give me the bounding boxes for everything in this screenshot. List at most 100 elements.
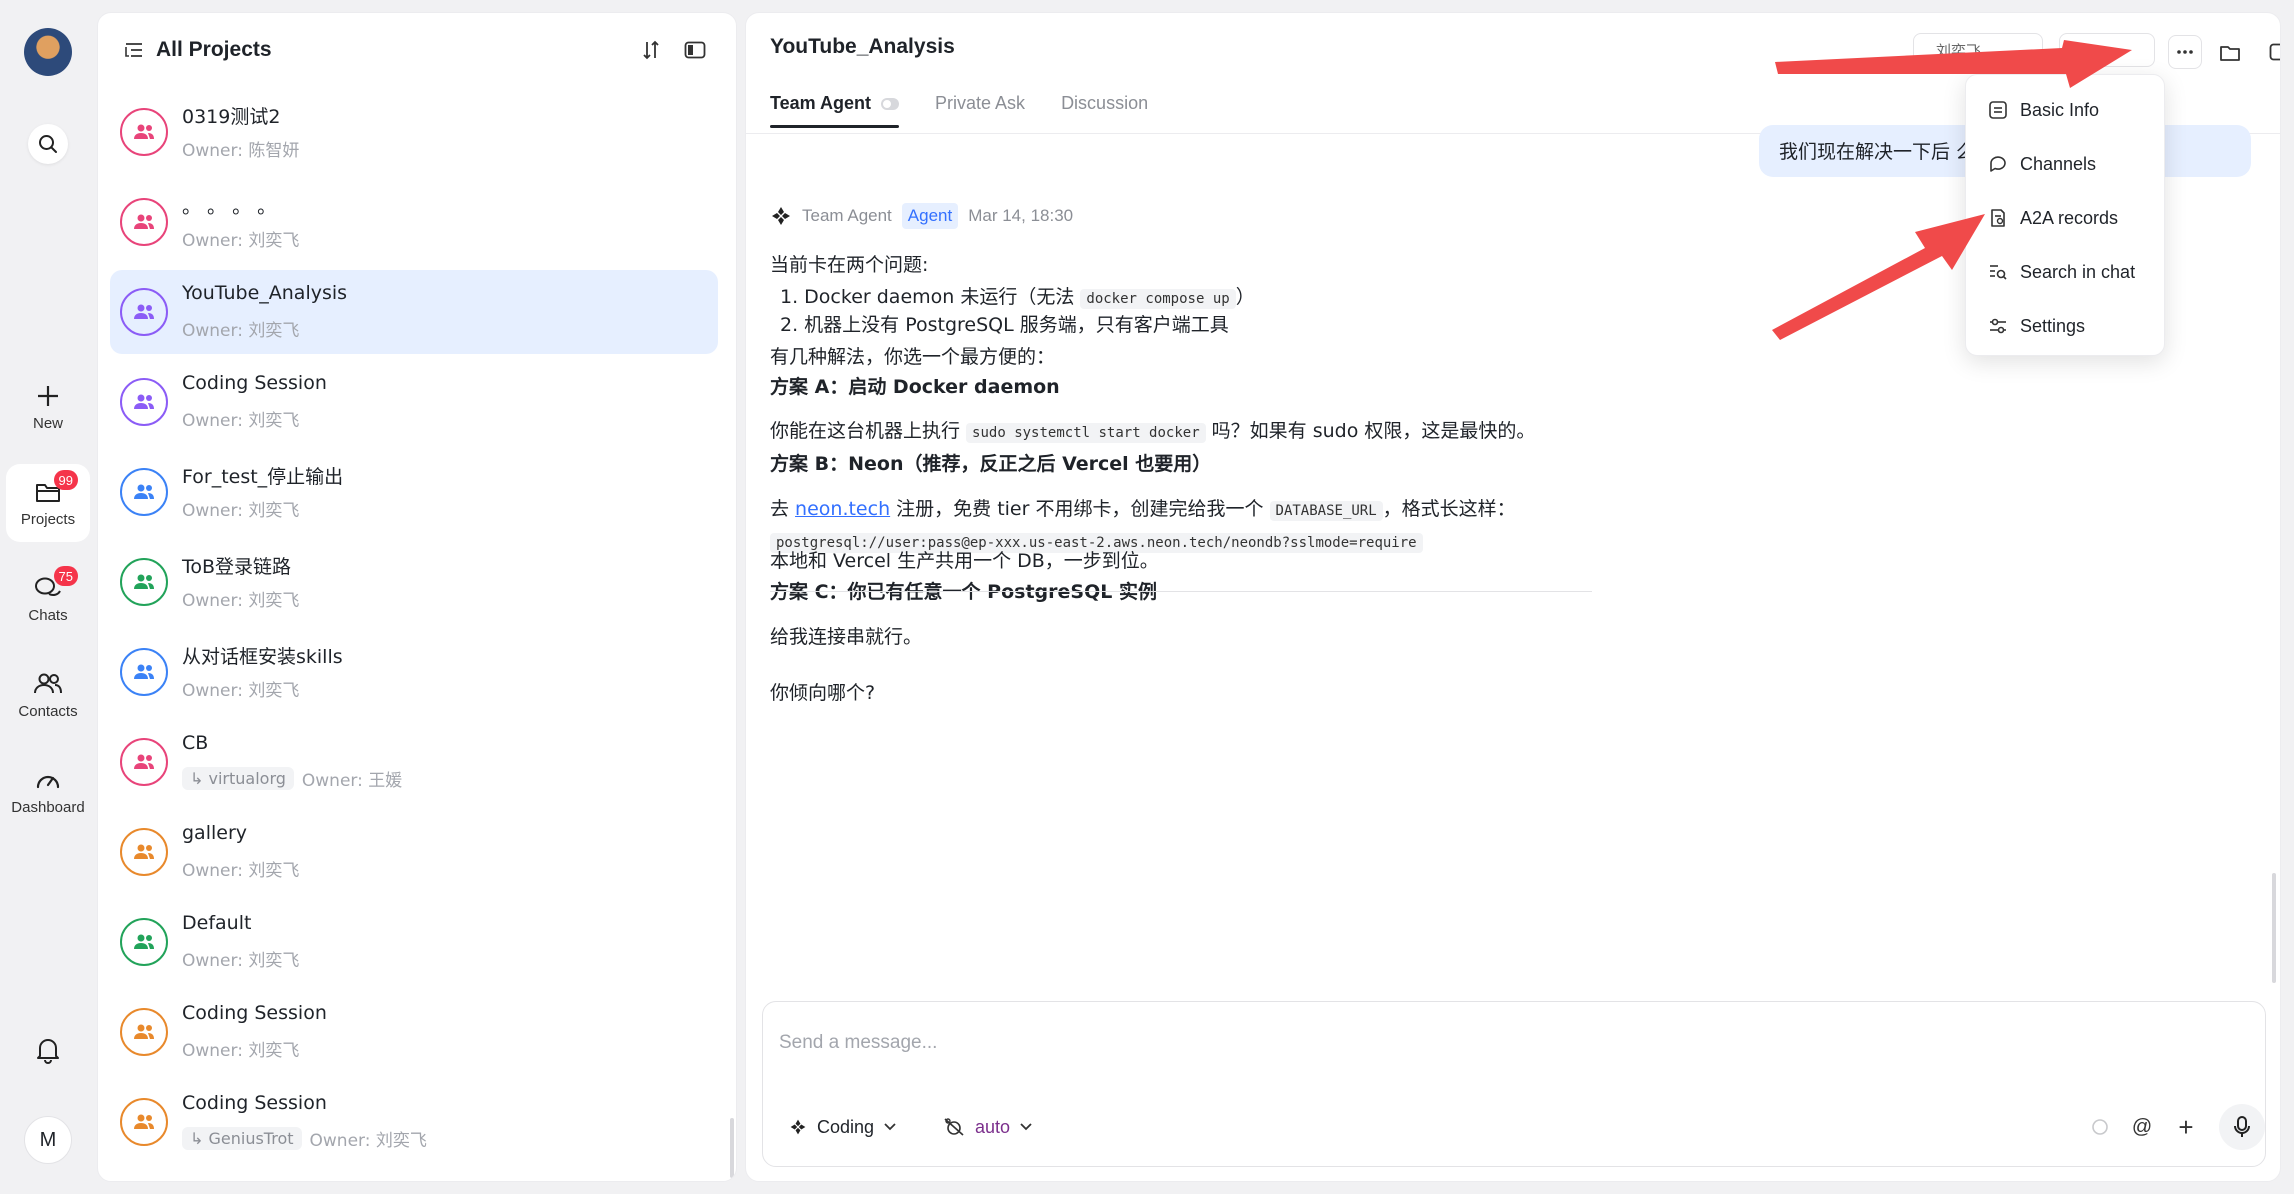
- info-card-icon: [1988, 100, 2008, 120]
- project-group-icon: [120, 648, 168, 696]
- chevron-down-icon: [884, 1123, 896, 1131]
- msg-line: 当前卡在两个问题:: [770, 254, 929, 276]
- collapse-panel-button[interactable]: [680, 35, 710, 65]
- team-agent-toggle[interactable]: [881, 97, 900, 110]
- list-tree-icon: [124, 41, 144, 59]
- project-owner: Owner: 刘奕飞: [182, 411, 300, 431]
- tab-discussion[interactable]: Discussion: [1061, 93, 1148, 128]
- chat-scrollbar[interactable]: [2272, 873, 2276, 983]
- chats-label: Chats: [28, 606, 68, 624]
- plan-a-heading: 方案 A：启动 Docker daemon: [770, 376, 1060, 398]
- notifications-button[interactable]: [28, 1030, 68, 1070]
- account-button[interactable]: M: [24, 1116, 72, 1164]
- agent-badge: Agent: [901, 203, 959, 229]
- attach-button[interactable]: +: [2169, 1110, 2203, 1144]
- message-input[interactable]: Send a message...: [779, 1032, 937, 1054]
- model-selector[interactable]: auto: [943, 1110, 1032, 1144]
- project-item[interactable]: gallery Owner: 刘奕飞: [110, 810, 718, 894]
- project-list-panel: All Projects 0319测试2 Owner: 陈智妍。 。 。 。 Own…: [97, 12, 737, 1182]
- new-button[interactable]: New: [6, 368, 90, 446]
- project-list-scrollbar[interactable]: [730, 1118, 734, 1178]
- project-item[interactable]: ToB登录链路 Owner: 刘奕飞: [110, 540, 718, 624]
- voice-button[interactable]: [2219, 1104, 2265, 1150]
- agent-logo-icon: [770, 205, 792, 227]
- gauge-icon: [34, 767, 62, 793]
- project-group-icon: [120, 828, 168, 876]
- project-group-icon: [120, 918, 168, 966]
- project-meta: Owner: 刘奕飞: [182, 226, 299, 251]
- project-meta: Owner: 刘奕飞: [182, 406, 299, 431]
- sort-icon: [642, 40, 660, 60]
- mode-selector[interactable]: Coding: [789, 1110, 896, 1144]
- project-item[interactable]: Default Owner: 刘奕飞: [110, 900, 718, 984]
- nav-contacts[interactable]: Contacts: [6, 656, 90, 734]
- menu-label: Settings: [2020, 315, 2086, 336]
- project-name: Coding Session: [182, 1002, 327, 1024]
- tab-private-ask[interactable]: Private Ask: [935, 93, 1025, 128]
- project-name: gallery: [182, 822, 248, 844]
- project-name: CB: [182, 732, 209, 754]
- tab-team-agent[interactable]: Team Agent: [770, 93, 900, 128]
- msg-line: 你能在这台机器上执行 sudo systemctl start docker 吗…: [770, 417, 1535, 447]
- project-item[interactable]: Coding Session Owner: 刘奕飞: [110, 990, 718, 1074]
- project-item[interactable]: Coding Session ↳ GeniusTrot Owner: 刘奕飞: [110, 1080, 718, 1164]
- chats-badge: 75: [53, 566, 78, 586]
- msg-text: ，格式长这样：: [1382, 498, 1516, 520]
- menu-channels[interactable]: Channels: [1966, 137, 2164, 191]
- nav-chats[interactable]: Chats 75: [6, 560, 90, 638]
- project-meta: ↳ GeniusTrot Owner: 刘奕飞: [182, 1126, 427, 1151]
- menu-basic-info[interactable]: Basic Info: [1966, 83, 2164, 137]
- msg-text: ）: [1235, 286, 1255, 308]
- project-name: Coding Session: [182, 372, 327, 394]
- search-button[interactable]: [28, 124, 68, 164]
- project-group-icon: [120, 1098, 168, 1146]
- model-label: auto: [975, 1116, 1011, 1137]
- project-item[interactable]: YouTube_Analysis Owner: 刘奕飞: [110, 270, 718, 354]
- menu-search-in-chat[interactable]: Search in chat: [1966, 245, 2164, 299]
- menu-settings[interactable]: Settings: [1966, 299, 2164, 353]
- msg-line: 有几种解法，你选一个最方便的：: [770, 346, 1056, 368]
- project-meta: Owner: 刘奕飞: [182, 856, 299, 881]
- nav-dashboard[interactable]: Dashboard: [6, 752, 90, 830]
- project-meta: Owner: 刘奕飞: [182, 946, 299, 971]
- project-group-icon: [120, 198, 168, 246]
- project-name: Default: [182, 912, 252, 934]
- project-meta: ↳ virtualorg Owner: 王媛: [182, 766, 402, 791]
- user-avatar[interactable]: [24, 28, 72, 76]
- folder-open-icon: [2219, 42, 2241, 62]
- tab-discussion-label: Discussion: [1061, 93, 1149, 113]
- member-pill-2[interactable]: [2059, 33, 2155, 67]
- project-item[interactable]: 0319测试2 Owner: 陈智妍: [110, 90, 718, 174]
- mention-button[interactable]: @: [2125, 1110, 2159, 1144]
- files-button[interactable]: [2213, 35, 2247, 69]
- project-owner: Owner: 刘奕飞: [182, 1041, 300, 1061]
- project-group-icon: [120, 378, 168, 426]
- project-item[interactable]: For_test_停止输出 Owner: 刘奕飞: [110, 450, 718, 534]
- project-owner: Owner: 刘奕飞: [309, 1131, 427, 1151]
- project-meta: Owner: 陈智妍: [182, 136, 299, 161]
- member-pill[interactable]: 刘奕飞: [1913, 33, 2043, 67]
- neon-link[interactable]: neon.tech: [795, 498, 890, 520]
- plan-b-heading: 方案 B：Neon（推荐，反正之后 Vercel 也要用）: [770, 453, 1212, 475]
- toggle-right-panel-button[interactable]: [2263, 35, 2280, 69]
- project-meta: Owner: 刘奕飞: [182, 1036, 299, 1061]
- menu-a2a-records[interactable]: A2A records: [1966, 191, 2164, 245]
- project-item[interactable]: 。 。 。 。 Owner: 刘奕飞: [110, 180, 718, 264]
- message-time: Mar 14, 18:30: [968, 206, 1074, 225]
- project-item[interactable]: 从对话框安装skills Owner: 刘奕飞: [110, 630, 718, 714]
- more-button[interactable]: [2168, 35, 2202, 69]
- project-item[interactable]: Coding Session Owner: 刘奕飞: [110, 360, 718, 444]
- new-label: New: [32, 414, 63, 432]
- menu-label: Channels: [2020, 153, 2097, 174]
- nav-projects[interactable]: Projects 99: [6, 464, 90, 542]
- chat-tabs: Team Agent Private Ask Discussion: [770, 93, 1148, 128]
- project-name: For_test_停止输出: [182, 466, 344, 488]
- message-composer[interactable]: Send a message... Coding auto @ +: [762, 1001, 2266, 1167]
- project-group-icon: [120, 738, 168, 786]
- message-sender: Team Agent: [802, 206, 892, 225]
- tab-team-agent-label: Team Agent: [770, 93, 872, 113]
- project-item[interactable]: CB ↳ virtualorg Owner: 王媛: [110, 720, 718, 804]
- sort-button[interactable]: [636, 35, 666, 65]
- search-list-icon: [1988, 262, 2008, 282]
- left-rail: New Projects 99 Chats 75 Contacts Dashbo…: [0, 0, 96, 1194]
